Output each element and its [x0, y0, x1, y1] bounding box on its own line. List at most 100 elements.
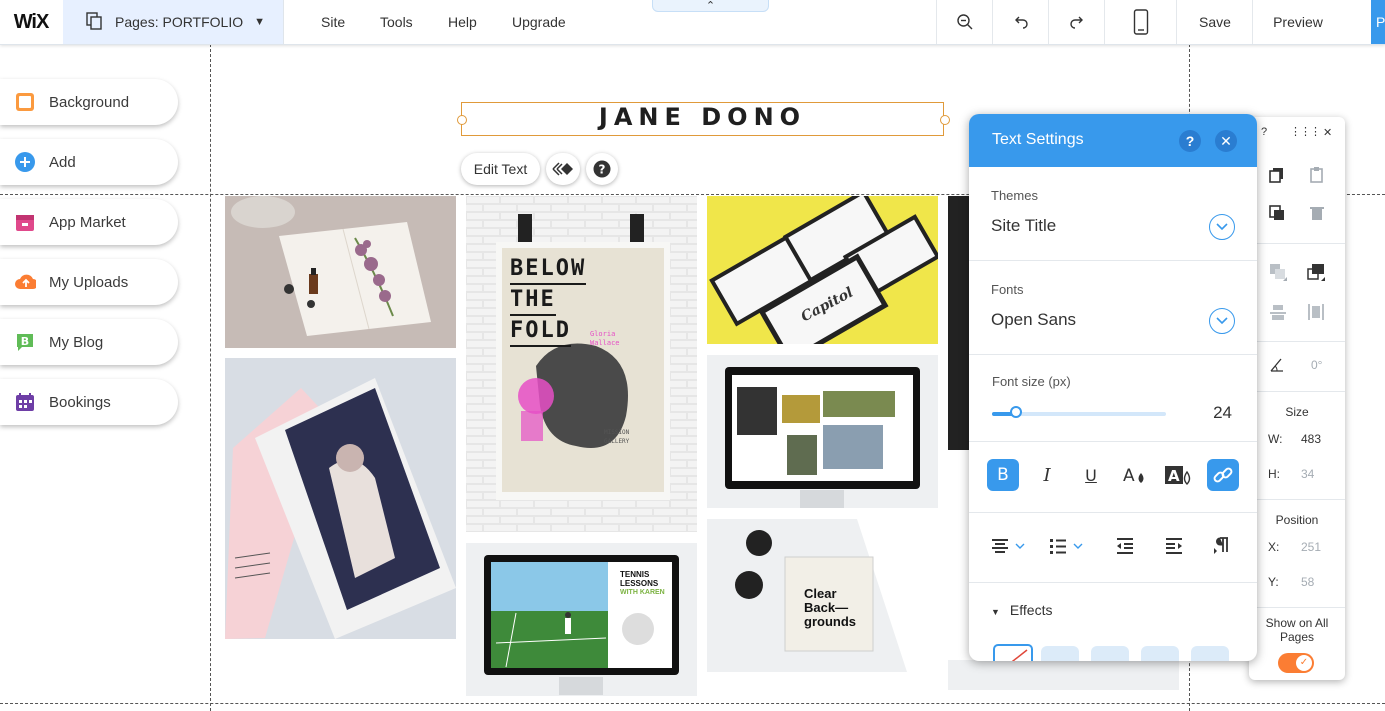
show-on-all-pages-label: Show on All Pages	[1265, 616, 1329, 644]
panel-help-icon[interactable]: ?	[1179, 130, 1201, 152]
height-label: H:	[1268, 467, 1280, 481]
align-button[interactable]	[1269, 303, 1287, 326]
menu-help[interactable]: Help	[448, 0, 477, 44]
rotate-control[interactable]	[1269, 357, 1285, 378]
link-button[interactable]	[1207, 459, 1239, 491]
x-label: X:	[1268, 540, 1280, 554]
panel-close-icon[interactable]: ✕	[1215, 130, 1237, 152]
arrange-forward-button[interactable]	[1307, 263, 1325, 286]
add-button[interactable]: Add	[0, 139, 178, 185]
effect-option-1[interactable]	[1041, 646, 1079, 661]
help-icon: ?	[593, 160, 611, 178]
help-button[interactable]: ?	[586, 153, 618, 185]
font-size-slider[interactable]	[992, 406, 1166, 418]
resize-handle-left[interactable]	[457, 115, 467, 125]
rotation-value[interactable]: 0°	[1311, 358, 1322, 372]
font-size-slider-handle[interactable]	[1010, 406, 1023, 418]
gallery-image-poster[interactable]: BELOW THE FOLD Gloria Wallace MISSION GA…	[466, 196, 697, 532]
themes-dropdown-chevron-icon[interactable]	[1209, 214, 1235, 240]
decrease-indent-button[interactable]	[1116, 538, 1134, 559]
collapse-handle[interactable]: ⌃	[652, 0, 769, 12]
mobile-view-button[interactable]	[1104, 0, 1177, 44]
svg-text:?: ?	[599, 163, 606, 177]
gallery-image-bottom[interactable]	[948, 660, 1179, 690]
poster-author: Gloria Wallace	[590, 330, 620, 347]
my-uploads-button[interactable]: My Uploads	[0, 259, 178, 305]
redo-button[interactable]	[1048, 0, 1105, 44]
bookings-button[interactable]: Bookings	[0, 379, 178, 425]
add-icon	[14, 151, 36, 173]
distribute-icon	[1308, 304, 1324, 320]
y-value[interactable]: 58	[1301, 575, 1314, 589]
menu-tools[interactable]: Tools	[380, 0, 413, 44]
x-value[interactable]: 251	[1301, 540, 1321, 554]
pages-dropdown[interactable]: Pages: PORTFOLIO ▼	[63, 0, 284, 44]
site-title-textbox[interactable]: JANE DONO	[461, 102, 944, 136]
gallery-image-book[interactable]	[225, 358, 456, 639]
font-size-value[interactable]: 24	[1213, 403, 1232, 423]
resize-handle-right[interactable]	[940, 115, 950, 125]
menu-site[interactable]: Site	[321, 0, 345, 44]
no-effect-icon	[1011, 649, 1028, 661]
undo-button[interactable]	[992, 0, 1049, 44]
app-market-label: App Market	[49, 213, 126, 231]
save-button[interactable]: Save	[1176, 0, 1253, 44]
menu-upgrade[interactable]: Upgrade	[512, 0, 566, 44]
effect-option-4[interactable]	[1191, 646, 1229, 661]
mobile-icon	[1133, 9, 1149, 35]
my-blog-button[interactable]: B My Blog	[0, 319, 178, 365]
list-dropdown[interactable]	[1049, 538, 1089, 559]
gallery-image-cd[interactable]: Clear Back— grounds	[707, 519, 938, 672]
increase-indent-button[interactable]	[1165, 538, 1183, 559]
text-direction-button[interactable]	[1213, 536, 1229, 559]
delete-button[interactable]	[1309, 205, 1325, 226]
distribute-button[interactable]	[1307, 303, 1325, 326]
width-value[interactable]: 483	[1301, 432, 1321, 446]
gallery-image-monitor[interactable]	[707, 355, 938, 508]
tennis-subtitle: WITH KAREN	[620, 589, 665, 596]
blog-icon: B	[14, 331, 36, 353]
angle-icon	[1270, 358, 1283, 372]
animation-button[interactable]	[546, 153, 580, 185]
copy-button[interactable]	[1269, 167, 1285, 188]
zoom-button[interactable]	[936, 0, 993, 44]
text-settings-panel: Text Settings ? ✕ Themes Site Title Font…	[969, 114, 1257, 661]
format-buttons-section: B I U A A	[969, 442, 1257, 513]
wix-logo[interactable]: WiX	[0, 0, 62, 44]
right-toolbar: ? ⋮⋮⋮ ✕ 0° Size W: 483 H: 34 Position X:…	[1249, 117, 1345, 680]
toolbar-close-icon[interactable]: ✕	[1323, 126, 1332, 139]
fonts-value[interactable]: Open Sans	[991, 310, 1076, 330]
arrange-backward-button[interactable]	[1269, 263, 1287, 286]
app-market-button[interactable]: App Market	[0, 199, 178, 245]
gallery-image-tennis[interactable]: TENNIS LESSONS WITH KAREN	[466, 543, 697, 696]
drag-handle-icon[interactable]: ⋮⋮⋮	[1290, 125, 1321, 138]
show-on-all-pages-toggle[interactable]: ✓	[1278, 653, 1314, 673]
themes-value[interactable]: Site Title	[991, 216, 1056, 236]
toolbar-help-icon[interactable]: ?	[1261, 126, 1267, 138]
fonts-dropdown-chevron-icon[interactable]	[1209, 308, 1235, 334]
gallery-image-booklet[interactable]	[225, 196, 456, 348]
effect-none[interactable]	[993, 644, 1033, 661]
themes-section: Themes Site Title	[969, 167, 1257, 261]
italic-button[interactable]: I	[1031, 459, 1063, 491]
publish-button[interactable]: Pub	[1371, 0, 1385, 44]
effect-option-3[interactable]	[1141, 646, 1179, 661]
underline-button[interactable]: U	[1075, 459, 1107, 491]
paste-icon	[1310, 167, 1323, 183]
paste-button[interactable]	[1309, 167, 1325, 188]
background-button[interactable]: Background	[0, 79, 178, 125]
highlight-button[interactable]: A	[1163, 459, 1195, 491]
edit-text-button[interactable]: Edit Text	[461, 153, 540, 185]
gallery-image-business-cards[interactable]: Capitol	[707, 196, 938, 344]
duplicate-button[interactable]	[1269, 205, 1285, 226]
right-toolbar-header: ? ⋮⋮⋮ ✕	[1249, 117, 1345, 149]
animation-icon	[552, 162, 573, 176]
bold-button[interactable]: B	[987, 459, 1019, 491]
effects-toggle[interactable]: ▼ Effects	[991, 602, 1052, 618]
height-value[interactable]: 34	[1301, 467, 1314, 481]
align-icon	[1270, 305, 1286, 320]
text-color-button[interactable]: A	[1119, 459, 1151, 491]
effect-option-2[interactable]	[1091, 646, 1129, 661]
preview-button[interactable]: Preview	[1252, 0, 1343, 44]
align-dropdown[interactable]	[991, 538, 1031, 559]
